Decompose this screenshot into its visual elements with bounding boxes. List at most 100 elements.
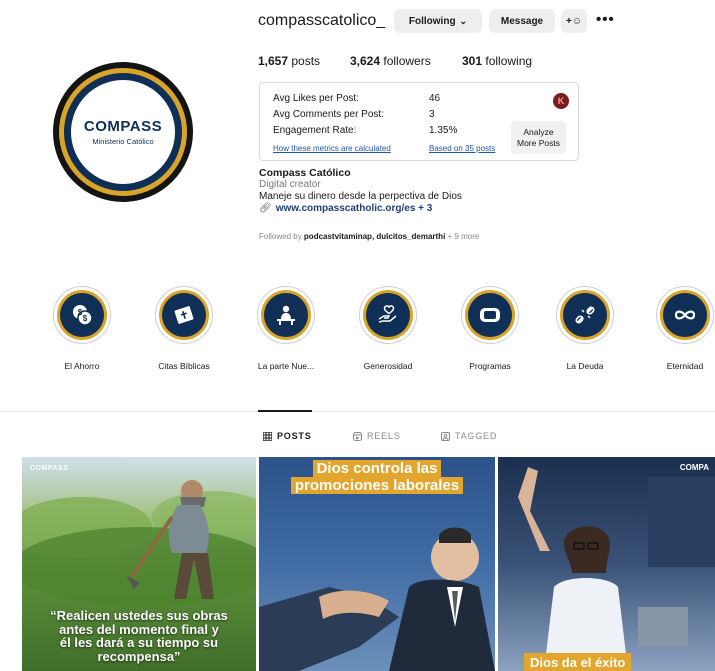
analyze-label-2: More Posts — [517, 137, 560, 148]
tab-reels[interactable]: REELS — [353, 431, 401, 441]
highlight-ring-gold — [660, 290, 710, 340]
post-brand: COMPA — [679, 463, 709, 472]
highlight-label: Programas — [469, 361, 511, 371]
followed-by[interactable]: Followed by podcastvitaminap, dulcitos_d… — [259, 232, 479, 241]
followers-stat[interactable]: 3,624 followers — [350, 54, 462, 68]
bio-category: Digital creator — [259, 179, 321, 190]
person-desk-icon — [277, 305, 295, 325]
post-quote-line: “Realicen ustedes sus obras — [50, 608, 228, 623]
infinity-icon — [674, 310, 696, 320]
engagement-value: 1.35% — [429, 125, 458, 136]
post-caption: Dios da el éxito — [524, 653, 632, 671]
highlight-ring-gold — [465, 290, 515, 340]
reels-icon — [353, 431, 362, 441]
profile-avatar[interactable]: COMPASS Ministerio Católico — [53, 62, 193, 202]
highlight-label: La parte Nue... — [257, 361, 315, 371]
highlight-label: El Ahorro — [64, 361, 100, 371]
avg-likes-label: Avg Likes per Post: — [273, 93, 359, 104]
highlight-generosidad[interactable]: Generosidad — [353, 286, 423, 371]
highlight-label: Eternidad — [666, 361, 704, 371]
post-tile[interactable]: COMPA Dios da el éxito — [498, 457, 715, 671]
highlight-cover — [663, 293, 707, 337]
highlight-la-parte-nue[interactable]: La parte Nue... — [251, 286, 321, 371]
svg-text:$: $ — [83, 314, 88, 323]
highlight-ring-gold — [560, 290, 610, 340]
highlight-cover — [468, 293, 512, 337]
tab-label: TAGGED — [455, 431, 498, 441]
profile-username: compasscatolico_ — [258, 12, 386, 29]
post-quote-line: recompensa” — [97, 648, 181, 664]
message-button[interactable]: Message — [489, 9, 555, 33]
post-tile[interactable]: COMPASS “Realicen ustedes sus obras ante… — [22, 457, 256, 671]
post-quote: “Realicen ustedes sus obras antes del mo… — [28, 609, 250, 664]
highlight-el-ahorro[interactable]: $ $ El Ahorro — [47, 286, 117, 371]
highlight-ring-gold — [261, 290, 311, 340]
profile-stats: 1,657 posts 3,624 followers 301 followin… — [258, 54, 532, 68]
tabs-divider — [0, 411, 715, 412]
highlight-cover: $ $ — [60, 293, 104, 337]
bio-link-text: www.compasscatholic.org/es + 3 — [275, 203, 433, 214]
highlight-cover — [264, 293, 308, 337]
bio-link[interactable]: 🔗︎ www.compasscatholic.org/es + 3 — [259, 203, 432, 214]
coins-icon: $$ — [73, 305, 93, 326]
tag-icon — [441, 431, 450, 441]
tab-posts[interactable]: POSTS — [263, 431, 312, 441]
highlight-label: La Deuda — [566, 361, 604, 371]
extension-badge-icon[interactable]: K — [553, 93, 569, 109]
posts-count: 1,657 — [258, 54, 289, 68]
play-icon — [480, 308, 500, 322]
tab-tagged[interactable]: TAGGED — [441, 431, 497, 441]
add-user-icon: +☺ — [565, 15, 583, 27]
suggest-users-button[interactable]: +☺ — [561, 9, 587, 33]
analyze-label-1: Analyze — [523, 126, 554, 137]
how-metrics-link[interactable]: How these metrics are calculated — [273, 144, 391, 153]
highlight-programas[interactable]: Programas — [455, 286, 525, 371]
post-tile[interactable]: Dios controla las promociones laborales — [259, 457, 495, 671]
heart-hand-icon — [378, 305, 397, 323]
post-brand: COMPASS — [30, 465, 69, 472]
highlight-label: Citas Bíblicas — [158, 361, 210, 371]
avg-comments-value: 3 — [429, 109, 435, 120]
highlight-ring — [359, 286, 417, 344]
avatar-brand: COMPASS — [83, 118, 163, 135]
highlight-ring — [257, 286, 315, 344]
link-icon: 🔗︎ — [259, 203, 272, 214]
highlight-cover — [563, 293, 607, 337]
following-stat[interactable]: 301 following — [462, 54, 532, 68]
highlight-ring — [556, 286, 614, 344]
more-options-icon[interactable]: ••• — [596, 11, 615, 28]
tab-label: REELS — [367, 431, 401, 441]
followed-more: + 9 more — [447, 232, 480, 241]
avatar-ring-inner: COMPASS Ministerio Católico — [64, 73, 182, 191]
followed-users: podcastvitaminap, dulcitos_demarthi — [303, 232, 446, 241]
post-title-line: Dios controla las — [312, 460, 442, 477]
bio-text: Maneje su dinero desde la perpectiva de … — [259, 191, 462, 202]
analyze-more-posts-button[interactable]: Analyze More Posts — [511, 121, 566, 154]
highlight-cover — [366, 293, 410, 337]
post-quote-line: antes del momento final y — [59, 621, 219, 637]
highlight-ring-gold — [159, 290, 209, 340]
based-on-posts-link[interactable]: Based on 35 posts — [429, 144, 495, 153]
followed-prefix: Followed by — [259, 232, 302, 241]
highlight-ring — [155, 286, 213, 344]
avg-comments-label: Avg Comments per Post: — [273, 109, 384, 120]
post-quote-line: él les dará a su tiempo su — [59, 635, 219, 651]
highlight-ring — [656, 286, 714, 344]
avatar-ring: COMPASS Ministerio Católico — [59, 68, 187, 196]
following-count: 301 — [462, 54, 483, 68]
avatar-frame: COMPASS Ministerio Católico — [53, 62, 193, 202]
highlight-la-deuda[interactable]: La Deuda — [550, 286, 620, 371]
grid-icon — [263, 431, 272, 441]
followers-label: followers — [383, 54, 431, 68]
avatar-logo: COMPASS Ministerio Católico — [71, 80, 175, 184]
following-stat-label: following — [485, 54, 533, 68]
post-title-line: promociones laborales — [290, 476, 464, 494]
highlight-citas-biblicas[interactable]: Citas Bíblicas — [149, 286, 219, 371]
posts-stat: 1,657 posts — [258, 54, 350, 68]
chevron-down-icon: ⌄ — [459, 15, 468, 26]
avg-likes-value: 46 — [429, 93, 441, 104]
bible-icon — [174, 306, 194, 324]
highlight-eternidad[interactable]: Eternidad — [650, 286, 715, 371]
highlight-ring — [461, 286, 519, 344]
following-button[interactable]: Following ⌄ — [394, 9, 482, 33]
